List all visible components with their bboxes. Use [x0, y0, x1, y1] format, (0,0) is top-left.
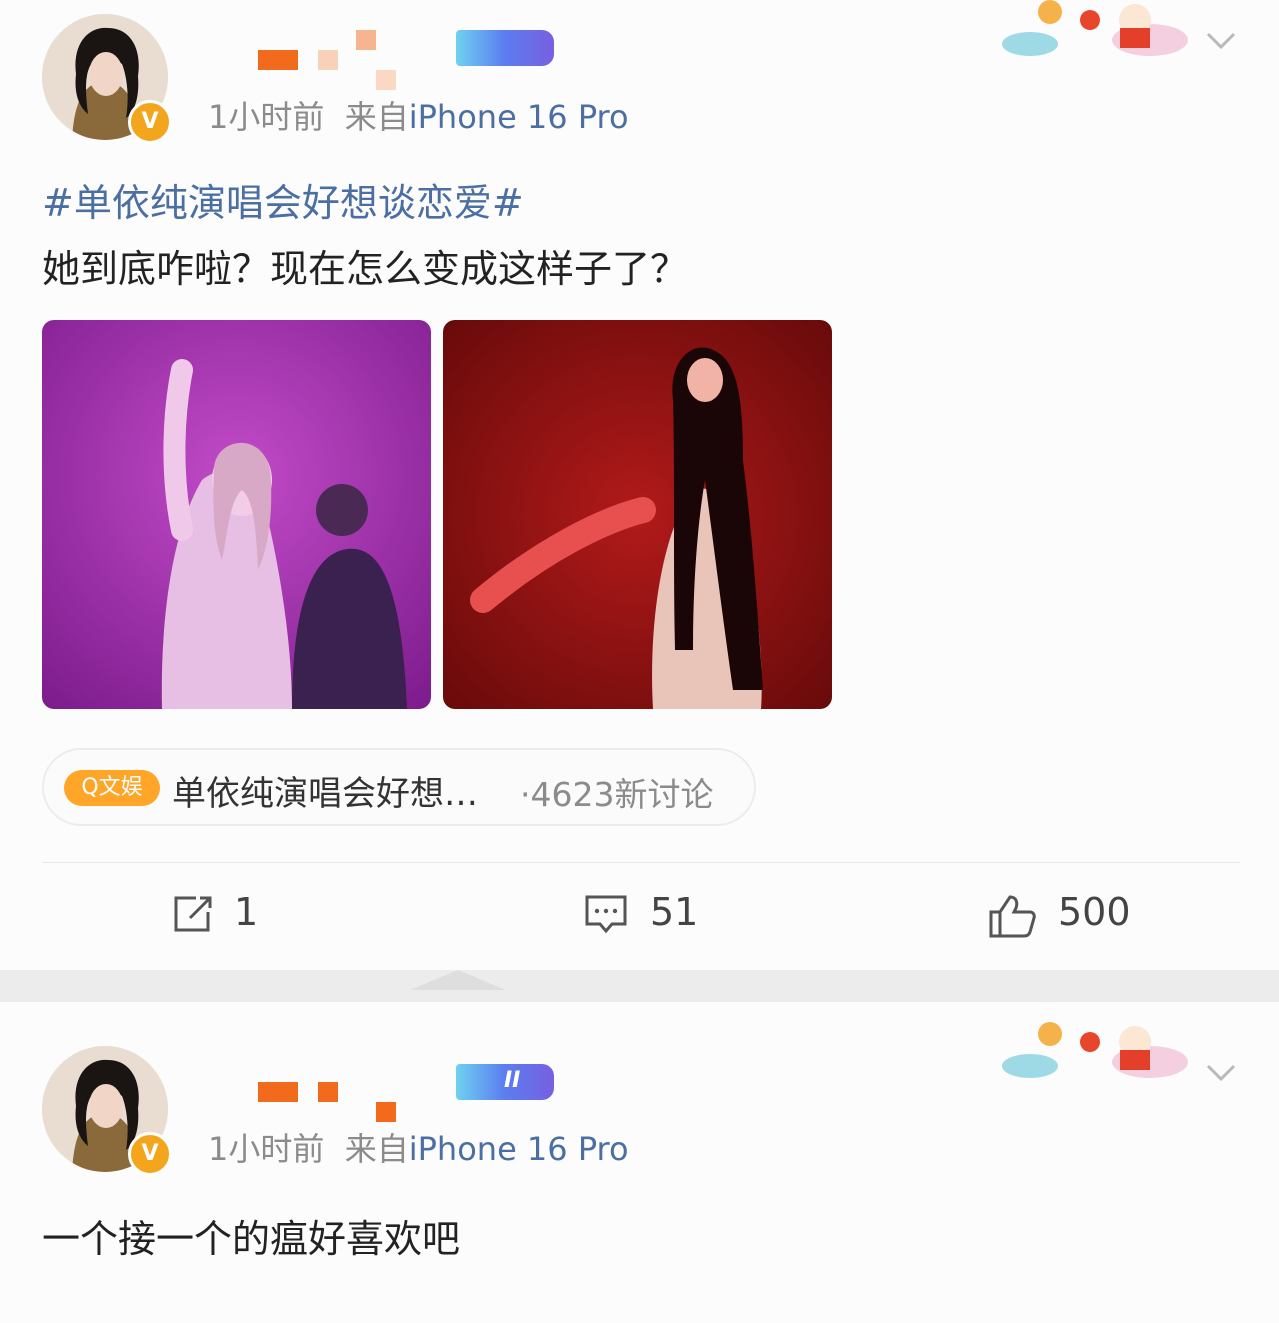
post-image[interactable] [443, 320, 832, 709]
source-label: 来自 [344, 1130, 409, 1168]
repost-icon [174, 896, 212, 932]
divider [42, 862, 1240, 863]
post-text: 她到底咋啦？现在怎么变成这样子了？ [42, 247, 689, 291]
festival-decoration-icon [1002, 0, 1188, 56]
post-meta: 1小时前 来自iPhone 16 Pro [208, 1124, 629, 1170]
repost-count: 1 [234, 890, 259, 934]
comment-button[interactable]: 51 [584, 888, 724, 944]
member-level: II [504, 1068, 521, 1093]
verified-badge: V [128, 1132, 172, 1176]
post-time: 1小时前 [208, 98, 325, 136]
like-button[interactable]: 500 [988, 888, 1168, 944]
chevron-down-icon[interactable] [1206, 1064, 1236, 1082]
festival-decoration-icon [1002, 1022, 1188, 1078]
post-meta: 1小时前 来自iPhone 16 Pro [208, 92, 629, 138]
comment-icon [585, 895, 627, 934]
repost-button[interactable]: 1 [172, 888, 292, 944]
member-badge[interactable]: II [456, 1064, 554, 1100]
weibo-post: V II 1小时前 来自iPhone 16 Pro 一个接一个的瘟好喜欢吧 [0, 1002, 1279, 1323]
weibo-post: V 1小时前 来自iPhone 16 Pro #单依纯演唱会好想谈恋爱# 她到底… [0, 0, 1279, 970]
post-text: 一个接一个的瘟好喜欢吧 [42, 1217, 461, 1261]
thumbs-up-icon [989, 895, 1036, 938]
chevron-down-icon[interactable] [1206, 32, 1236, 50]
source-device[interactable]: iPhone 16 Pro [409, 98, 629, 136]
topic-count: ·4623新讨论 [520, 775, 714, 814]
feed-separator [0, 970, 1279, 1002]
like-count: 500 [1058, 890, 1131, 934]
topic-title: 单依纯演唱会好想… [172, 774, 478, 814]
verified-badge: V [128, 100, 172, 144]
topic-card[interactable]: Q文娱 单依纯演唱会好想… ·4623新讨论 [42, 748, 756, 826]
source-device[interactable]: iPhone 16 Pro [409, 1130, 629, 1168]
comment-count: 51 [650, 890, 699, 934]
post-time: 1小时前 [208, 1130, 325, 1168]
post-hashtag[interactable]: #单依纯演唱会好想谈恋爱# [42, 172, 524, 227]
username-obscured[interactable] [256, 1074, 456, 1124]
topic-tag: Q文娱 [64, 770, 160, 806]
source-label: 来自 [344, 98, 409, 136]
post-image[interactable] [42, 320, 431, 709]
member-badge[interactable] [456, 30, 554, 66]
